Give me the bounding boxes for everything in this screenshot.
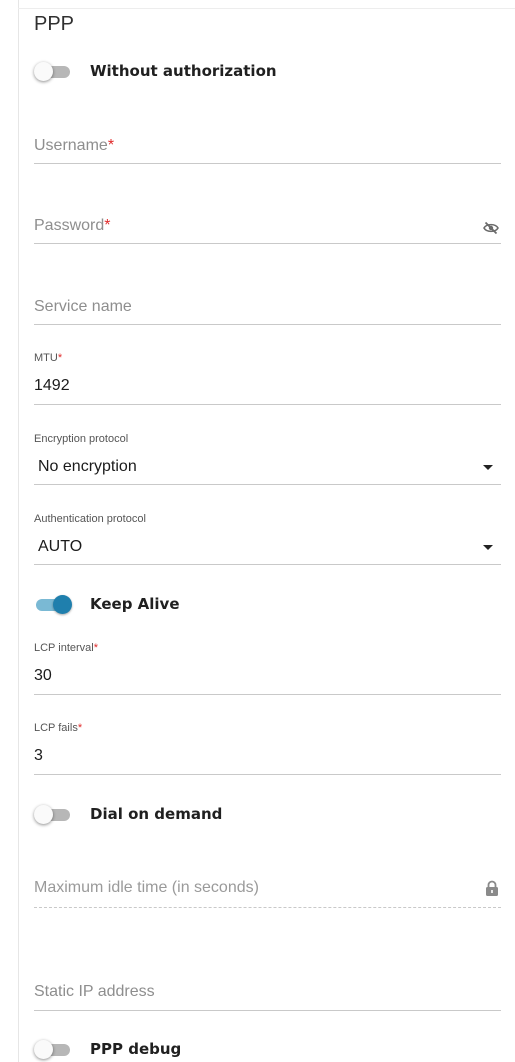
- toggle-knob: [53, 595, 72, 614]
- username-placeholder: Username*: [34, 137, 115, 154]
- mtu-label: MTU*: [34, 352, 63, 364]
- static-ip-underline: [34, 1010, 501, 1011]
- encryption-protocol-select[interactable]: Encryption protocol No encryption: [34, 430, 501, 485]
- lcp-fails-underline: [34, 774, 501, 775]
- keep-alive-row[interactable]: Keep Alive: [34, 594, 180, 614]
- password-placeholder: Password*: [34, 217, 111, 234]
- max-idle-time-placeholder: Maximum idle time (in seconds): [34, 879, 259, 896]
- lock-icon: [485, 880, 499, 902]
- authentication-protocol-label: Authentication protocol: [34, 513, 146, 525]
- dial-on-demand-label: Dial on demand: [90, 805, 223, 823]
- lcp-interval-field[interactable]: LCP interval* 30: [34, 640, 501, 695]
- service-name-field[interactable]: Service name: [34, 288, 501, 325]
- password-underline: [34, 243, 501, 244]
- ppp-debug-row[interactable]: PPP debug: [34, 1039, 181, 1059]
- lcp-fails-label: LCP fails*: [34, 722, 83, 734]
- toggle-knob: [34, 805, 53, 824]
- lcp-interval-label: LCP interval*: [34, 642, 98, 654]
- lcp-fails-value: 3: [34, 747, 43, 764]
- without-authorization-label: Without authorization: [90, 62, 277, 80]
- chevron-down-icon[interactable]: [483, 545, 493, 550]
- dial-on-demand-row[interactable]: Dial on demand: [34, 804, 222, 824]
- username-underline: [34, 163, 501, 164]
- mtu-field[interactable]: MTU* 1492: [34, 350, 501, 405]
- authentication-protocol-select[interactable]: Authentication protocol AUTO: [34, 510, 501, 565]
- authentication-protocol-value: AUTO: [38, 538, 83, 555]
- mtu-underline: [34, 404, 501, 405]
- dial-on-demand-toggle[interactable]: [34, 804, 72, 824]
- mtu-value: 1492: [34, 377, 70, 394]
- max-idle-time-field: Maximum idle time (in seconds): [34, 870, 501, 908]
- toggle-knob: [34, 1040, 53, 1059]
- encryption-protocol-label: Encryption protocol: [34, 433, 129, 445]
- service-name-underline: [34, 324, 501, 325]
- keep-alive-label: Keep Alive: [90, 595, 180, 613]
- ppp-debug-label: PPP debug: [90, 1040, 182, 1058]
- lcp-interval-underline: [34, 694, 501, 695]
- max-idle-time-underline: [34, 907, 501, 908]
- static-ip-placeholder: Static IP address: [34, 983, 155, 1000]
- lcp-interval-value: 30: [34, 667, 52, 684]
- password-field[interactable]: Password*: [34, 208, 501, 244]
- without-authorization-toggle[interactable]: [34, 61, 72, 81]
- panel-top-divider: [18, 8, 515, 9]
- keep-alive-toggle[interactable]: [34, 594, 72, 614]
- username-field[interactable]: Username*: [34, 128, 501, 164]
- ppp-debug-toggle[interactable]: [34, 1039, 72, 1059]
- eye-off-icon[interactable]: [483, 221, 499, 240]
- lcp-fails-field[interactable]: LCP fails* 3: [34, 720, 501, 775]
- toggle-knob: [34, 62, 53, 81]
- service-name-placeholder: Service name: [34, 298, 132, 315]
- static-ip-field[interactable]: Static IP address: [34, 973, 501, 1011]
- without-authorization-row[interactable]: Without authorization: [34, 61, 277, 81]
- encryption-protocol-value: No encryption: [38, 458, 137, 475]
- chevron-down-icon[interactable]: [483, 465, 493, 470]
- section-title: PPP: [34, 13, 75, 35]
- authentication-protocol-underline: [34, 564, 501, 565]
- encryption-protocol-underline: [34, 484, 501, 485]
